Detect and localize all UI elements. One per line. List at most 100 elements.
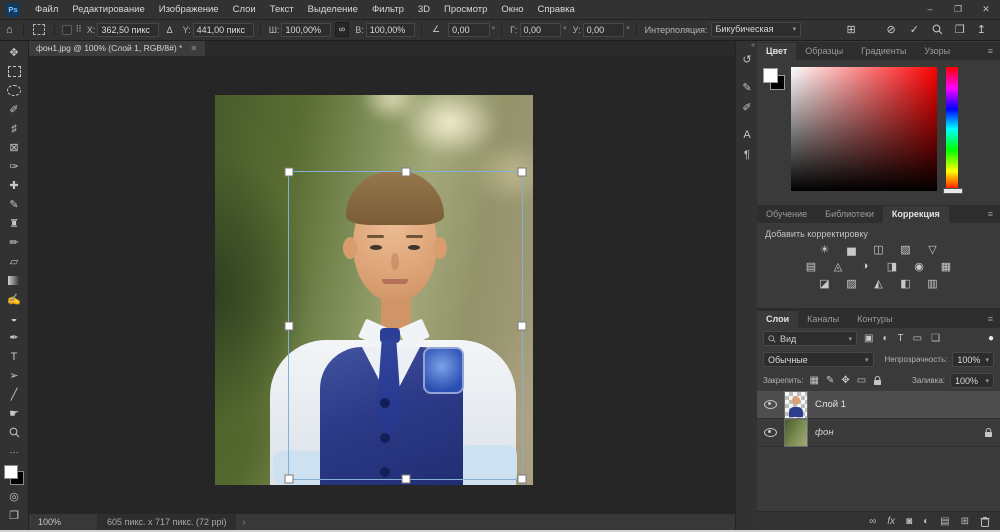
gradient-map-icon[interactable]: ◧ bbox=[899, 277, 913, 290]
lock-all-icon[interactable] bbox=[872, 376, 883, 386]
rectangular-marquee-tool[interactable] bbox=[2, 62, 26, 81]
layer-thumbnail[interactable] bbox=[784, 419, 808, 447]
spot-healing-tool[interactable]: ✚ bbox=[2, 176, 26, 195]
background-lock-icon[interactable] bbox=[984, 428, 993, 438]
invert-icon[interactable]: ◪ bbox=[818, 277, 832, 290]
width-input[interactable]: 100,00% bbox=[281, 23, 330, 37]
color-field-marker[interactable] bbox=[793, 69, 801, 77]
pasteboard[interactable] bbox=[28, 56, 735, 514]
frame-tool[interactable]: ⊠ bbox=[2, 138, 26, 157]
clone-stamp-tool[interactable]: ♜ bbox=[2, 214, 26, 233]
menu-edit[interactable]: Редактирование bbox=[65, 0, 151, 19]
layer-thumbnail[interactable] bbox=[784, 391, 808, 419]
dodge-tool[interactable]: ◒ bbox=[2, 309, 26, 328]
transform-handle[interactable] bbox=[401, 168, 410, 177]
close-icon[interactable]: ✕ bbox=[190, 44, 197, 53]
transform-handle[interactable] bbox=[518, 168, 527, 177]
layer-name[interactable]: Слой 1 bbox=[815, 399, 846, 410]
layer-effects-icon[interactable]: fx bbox=[887, 516, 895, 527]
tab-color[interactable]: Цвет bbox=[757, 43, 796, 60]
brush-tool[interactable]: ✎ bbox=[2, 195, 26, 214]
selective-color-icon[interactable]: ▥ bbox=[926, 277, 940, 290]
history-brush-tool[interactable]: ✏ bbox=[2, 233, 26, 252]
transform-handle[interactable] bbox=[285, 168, 294, 177]
reference-point-grid-icon[interactable]: ⠿ bbox=[75, 24, 81, 35]
document-tab[interactable]: фон1.jpg @ 100% (Слой 1, RGB/8#) * ✕ bbox=[28, 40, 205, 56]
quick-mask-mode-button[interactable]: ◎ bbox=[2, 487, 26, 506]
paragraph-panel-button[interactable]: ¶ bbox=[737, 145, 757, 165]
filter-smart-objects-icon[interactable]: ❏ bbox=[929, 333, 942, 344]
transform-handle[interactable] bbox=[518, 321, 527, 330]
zoom-tool[interactable] bbox=[2, 423, 26, 442]
tab-learn[interactable]: Обучение bbox=[757, 206, 816, 223]
commit-transform-icon[interactable]: ✓ bbox=[903, 23, 926, 36]
panel-menu-icon[interactable]: ≡ bbox=[981, 314, 1000, 324]
photo-filter-icon[interactable]: ◨ bbox=[885, 260, 899, 273]
curves-icon[interactable]: ◫ bbox=[872, 243, 886, 256]
panel-menu-icon[interactable]: ≡ bbox=[981, 46, 1000, 56]
brush-settings-panel-button[interactable]: ✎ bbox=[737, 77, 757, 97]
color-lookup-icon[interactable]: ▦ bbox=[939, 260, 953, 273]
opacity-field[interactable]: 100% ▾ bbox=[952, 352, 994, 367]
eyedropper-tool[interactable]: ✑ bbox=[2, 157, 26, 176]
brushes-panel-button[interactable]: ✐ bbox=[737, 97, 757, 117]
x-input[interactable]: 362,50 пикс bbox=[97, 23, 158, 37]
character-panel-button[interactable]: A bbox=[737, 125, 757, 145]
workspace-icon[interactable]: ❒ bbox=[949, 23, 971, 36]
channel-mixer-icon[interactable]: ◉ bbox=[912, 260, 926, 273]
reference-point-checkbox[interactable] bbox=[62, 25, 72, 35]
hskew-input[interactable]: 0,00 bbox=[520, 23, 561, 37]
layer-row-layer1[interactable]: Слой 1 bbox=[757, 391, 1000, 419]
tab-paths[interactable]: Контуры bbox=[848, 311, 901, 328]
layer-filter-select[interactable]: Вид ▾ bbox=[763, 331, 857, 346]
filter-type-layers-icon[interactable]: T bbox=[896, 333, 906, 344]
transform-handle[interactable] bbox=[285, 475, 294, 484]
tab-layers[interactable]: Слои bbox=[757, 311, 798, 328]
menu-filter[interactable]: Фильтр bbox=[365, 0, 411, 19]
lock-pixels-icon[interactable]: ✎ bbox=[825, 375, 835, 386]
visibility-eye-icon[interactable] bbox=[764, 428, 777, 437]
levels-icon[interactable]: ▅ bbox=[845, 243, 859, 256]
lock-position-icon[interactable]: ✥ bbox=[840, 375, 850, 386]
transform-bounding-box[interactable] bbox=[288, 171, 523, 480]
gradient-tool[interactable] bbox=[2, 271, 26, 290]
quick-selection-tool[interactable]: ✐ bbox=[2, 100, 26, 119]
threshold-icon[interactable]: ◭ bbox=[872, 277, 886, 290]
type-tool[interactable]: T bbox=[2, 347, 26, 366]
menu-layers[interactable]: Слои bbox=[226, 0, 263, 19]
panel-menu-icon[interactable]: ≡ bbox=[981, 209, 1000, 219]
menu-image[interactable]: Изображение bbox=[152, 0, 226, 19]
vskew-input[interactable]: 0,00 bbox=[583, 23, 624, 37]
add-adjustment-layer-icon[interactable]: ◐ bbox=[923, 516, 929, 527]
menu-type[interactable]: Текст bbox=[263, 0, 301, 19]
hand-tool[interactable]: ☛ bbox=[2, 404, 26, 423]
eraser-tool[interactable]: ▱ bbox=[2, 252, 26, 271]
color-swatches[interactable] bbox=[4, 465, 24, 485]
interpolation-select[interactable]: Бикубическая ▾ bbox=[711, 22, 802, 37]
blend-mode-select[interactable]: Обычные ▾ bbox=[763, 352, 874, 367]
tab-swatches[interactable]: Образцы bbox=[796, 43, 852, 60]
tab-adjustments[interactable]: Коррекция bbox=[883, 206, 949, 223]
menu-help[interactable]: Справка bbox=[531, 0, 582, 19]
close-button[interactable]: ✕ bbox=[972, 0, 1000, 19]
brightness-contrast-icon[interactable]: ☀ bbox=[818, 243, 832, 256]
y-input[interactable]: 441,00 пикс bbox=[193, 23, 254, 37]
lock-artboard-icon[interactable]: ▭ bbox=[856, 375, 867, 386]
height-input[interactable]: 100,00% bbox=[366, 23, 415, 37]
cancel-transform-icon[interactable]: ⊘ bbox=[879, 23, 902, 36]
move-tool[interactable]: ✥ bbox=[2, 43, 26, 62]
pen-tool[interactable]: ✒ bbox=[2, 328, 26, 347]
zoom-level-field[interactable]: 100% bbox=[28, 517, 71, 527]
layer-row-background[interactable]: фон bbox=[757, 419, 1000, 447]
crop-tool[interactable]: ♯ bbox=[2, 119, 26, 138]
tab-patterns[interactable]: Узоры bbox=[915, 43, 959, 60]
tab-channels[interactable]: Каналы bbox=[798, 311, 848, 328]
hue-saturation-icon[interactable]: ▤ bbox=[804, 260, 818, 273]
path-selection-tool[interactable]: ➢ bbox=[2, 366, 26, 385]
tab-gradients[interactable]: Градиенты bbox=[852, 43, 915, 60]
transform-handle[interactable] bbox=[285, 321, 294, 330]
lasso-tool[interactable] bbox=[2, 81, 26, 100]
maintain-aspect-ratio-icon[interactable]: ∞ bbox=[335, 22, 349, 37]
menu-window[interactable]: Окно bbox=[494, 0, 530, 19]
angle-input[interactable]: 0,00 bbox=[448, 23, 489, 37]
